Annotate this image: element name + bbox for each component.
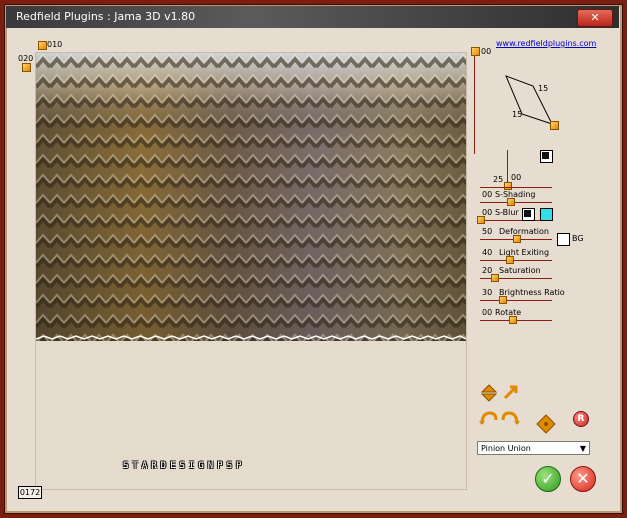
param-slider-track[interactable] xyxy=(480,260,552,261)
param-slider-thumb[interactable] xyxy=(506,256,514,264)
bg-label: BG xyxy=(572,234,584,243)
reset-button[interactable]: R xyxy=(573,411,589,427)
redo-arc-icon[interactable] xyxy=(500,410,520,426)
param-slider-track[interactable] xyxy=(480,300,552,301)
title-bar[interactable]: Redfield Plugins : Jama 3D v1.80 ✕ xyxy=(6,6,619,28)
param-slider-thumb[interactable] xyxy=(491,274,499,282)
height-value-a: 25 xyxy=(493,175,504,184)
param-label: Brightness Ratio xyxy=(499,288,565,297)
rotation-value: 00 xyxy=(481,47,492,56)
y-offset-marker[interactable] xyxy=(22,63,31,72)
param-slider-thumb[interactable] xyxy=(513,235,521,243)
x-offset-label: 010 xyxy=(47,40,63,49)
height-slider-track xyxy=(480,187,552,188)
height-thumb[interactable] xyxy=(504,182,512,190)
window-title: Redfield Plugins : Jama 3D v1.80 xyxy=(16,10,196,23)
zoom-field[interactable]: 0172 xyxy=(18,486,42,499)
cancel-button[interactable]: ✕ xyxy=(570,466,596,492)
y-offset-label: 020 xyxy=(18,54,34,63)
param-value: 00 xyxy=(482,308,493,317)
param-slider-thumb[interactable] xyxy=(477,216,485,224)
watermark-text: STARDESIGNPSP xyxy=(123,461,246,471)
param-label: Deformation xyxy=(499,227,549,236)
param-slider-thumb[interactable] xyxy=(509,316,517,324)
light-color-fill xyxy=(542,152,549,159)
param-slider-thumb[interactable] xyxy=(507,198,515,206)
param-slider-thumb[interactable] xyxy=(499,296,507,304)
undo-arc-icon[interactable] xyxy=(479,410,499,426)
param-label: S-Blur xyxy=(495,208,519,217)
rotation-marker[interactable] xyxy=(471,47,480,56)
height-value-b: 00 xyxy=(511,173,522,182)
param-value: 30 xyxy=(482,288,493,297)
ok-button[interactable]: ✓ xyxy=(535,466,561,492)
param-label: Saturation xyxy=(499,266,541,275)
param-slider-track[interactable] xyxy=(480,202,552,203)
param-label: S-Shading xyxy=(495,190,536,199)
angle-b-label: 15 xyxy=(512,110,523,119)
x-offset-marker[interactable] xyxy=(38,41,47,50)
param-value: 50 xyxy=(482,227,493,236)
preset-select-value: Pinion Union xyxy=(481,444,531,453)
chevron-down-icon: ▼ xyxy=(579,444,586,453)
move-cross-icon[interactable] xyxy=(536,414,556,434)
preview-area[interactable] xyxy=(35,52,467,490)
bg-toggle[interactable] xyxy=(557,233,570,246)
shading-color-fill xyxy=(524,210,531,217)
preset-select[interactable]: Pinion Union ▼ xyxy=(477,441,590,455)
angle-handle[interactable] xyxy=(550,121,559,130)
preview-image xyxy=(36,53,466,341)
up-down-arrows-icon[interactable] xyxy=(479,383,499,403)
vertical-track xyxy=(474,54,475,154)
diagonal-arrow-icon[interactable] xyxy=(502,383,520,401)
website-link[interactable]: www.redfieldplugins.com xyxy=(496,39,596,48)
blur-color-swatch[interactable] xyxy=(540,208,553,221)
height-track xyxy=(507,150,508,184)
param-value: 00 xyxy=(482,190,493,199)
angle-a-label: 15 xyxy=(538,84,549,93)
close-button[interactable]: ✕ xyxy=(577,9,613,27)
param-value: 40 xyxy=(482,248,493,257)
